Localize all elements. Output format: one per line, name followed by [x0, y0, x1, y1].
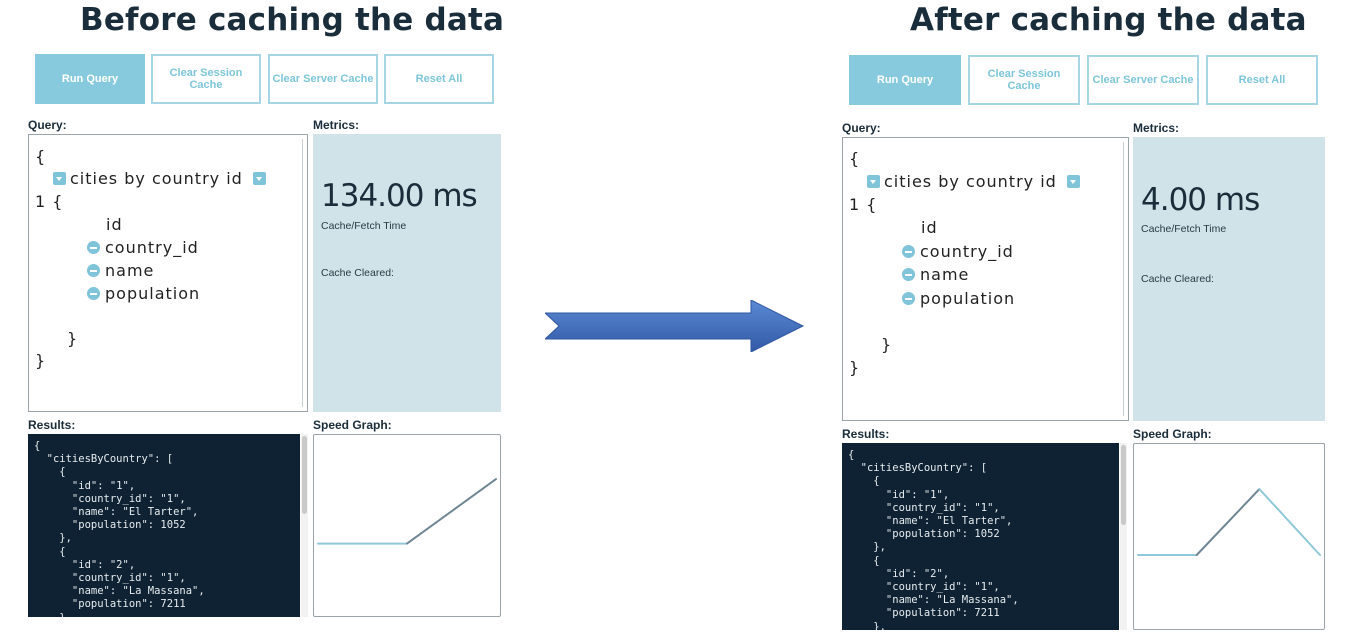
results-scrollbar[interactable] [301, 434, 308, 617]
speed-graph-segment [1258, 488, 1321, 556]
query-label: Query: [28, 118, 67, 132]
query-editor[interactable]: { cities by country id 1 { id country_id… [842, 137, 1129, 421]
fetch-time-value: 4.00 ms [1141, 182, 1260, 218]
query-open-brace: { [35, 147, 47, 166]
after-heading: After caching the data [910, 2, 1307, 38]
dropdown-arrow-icon[interactable] [252, 172, 266, 185]
run-query-button[interactable]: Run Query [35, 54, 145, 104]
query-root-field: cities by country id [53, 169, 266, 188]
speed-graph-segment [406, 478, 497, 545]
query-field-name: name [87, 261, 154, 280]
results-label: Results: [842, 427, 890, 441]
query-field-id: id [106, 215, 123, 234]
field-name: population [920, 289, 1016, 308]
query-field-population: population [902, 289, 1015, 308]
query-root-field: cities by country id [867, 172, 1080, 191]
query-field-name: name [902, 265, 969, 284]
speed-graph [313, 434, 501, 617]
metrics-panel: 134.00 ms Cache/Fetch Time Cache Cleared… [313, 134, 501, 412]
dropdown-arrow-icon[interactable] [1066, 175, 1080, 188]
query-field-country-id: country_id [902, 242, 1014, 261]
clear-server-cache-button[interactable]: Clear Server Cache [268, 54, 378, 104]
query-field-country-id: country_id [87, 238, 199, 257]
field-name: name [920, 265, 970, 284]
remove-field-icon[interactable] [87, 264, 100, 277]
query-editor[interactable]: { cities by country id 1 { id country_id… [28, 134, 308, 412]
field-name: country_id [105, 238, 199, 257]
remove-field-icon[interactable] [87, 287, 100, 300]
query-close-brace: } [849, 358, 861, 377]
speed-graph-svg [1137, 488, 1321, 556]
right-arrow-icon [545, 300, 805, 352]
remove-field-icon[interactable] [902, 245, 915, 258]
query-field-id: id [921, 218, 938, 237]
clear-session-cache-button[interactable]: Clear Session Cache [968, 55, 1080, 105]
results-output: { "citiesByCountry": [ { "id": "1", "cou… [842, 443, 1119, 630]
inner-open-brace: { [52, 192, 64, 211]
remove-field-icon[interactable] [902, 268, 915, 281]
clear-session-cache-button[interactable]: Clear Session Cache [151, 54, 261, 104]
metrics-panel: 4.00 ms Cache/Fetch Time Cache Cleared: [1133, 137, 1325, 421]
query-line-start: 1 { [849, 195, 877, 214]
line-number: 1 [35, 192, 47, 211]
line-number: 1 [849, 195, 861, 214]
speed-graph-label: Speed Graph: [313, 418, 392, 432]
field-name: population [105, 284, 201, 303]
cache-cleared-label: Cache Cleared: [321, 267, 394, 279]
metrics-label: Metrics: [313, 118, 360, 132]
fetch-time-label: Cache/Fetch Time [321, 220, 407, 232]
reset-all-button[interactable]: Reset All [384, 54, 494, 104]
reset-all-button[interactable]: Reset All [1206, 55, 1318, 105]
query-field-population: population [87, 284, 200, 303]
speed-graph-segment [1195, 488, 1261, 556]
field-name: name [105, 261, 155, 280]
before-heading: Before caching the data [80, 2, 505, 38]
inner-open-brace: { [866, 195, 878, 214]
run-query-button[interactable]: Run Query [849, 55, 961, 105]
speed-graph-label: Speed Graph: [1133, 427, 1212, 441]
scrollbar-thumb[interactable] [1121, 445, 1126, 525]
query-close-brace: } [35, 351, 47, 370]
field-name: country_id [920, 242, 1014, 261]
query-open-brace: { [849, 149, 861, 168]
query-label: Query: [842, 121, 881, 135]
query-line-start: 1 { [35, 192, 63, 211]
metrics-label: Metrics: [1133, 121, 1180, 135]
speed-graph-svg [317, 478, 497, 545]
results-scrollbar[interactable] [1120, 443, 1127, 630]
remove-field-icon[interactable] [902, 292, 915, 305]
fetch-time-label: Cache/Fetch Time [1141, 223, 1227, 235]
cache-cleared-label: Cache Cleared: [1141, 273, 1214, 285]
query-inner-close: } [67, 329, 79, 348]
scrollbar-thumb[interactable] [302, 436, 307, 514]
speed-graph [1133, 443, 1325, 630]
results-label: Results: [28, 418, 76, 432]
remove-field-icon[interactable] [87, 241, 100, 254]
root-field-name: cities by country id [884, 172, 1057, 191]
fetch-time-value: 134.00 ms [321, 178, 478, 214]
root-field-name: cities by country id [70, 169, 243, 188]
results-output: { "citiesByCountry": [ { "id": "1", "cou… [28, 434, 300, 617]
query-inner-close: } [881, 335, 893, 354]
clear-server-cache-button[interactable]: Clear Server Cache [1087, 55, 1199, 105]
dropdown-arrow-icon[interactable] [867, 175, 880, 188]
dropdown-arrow-icon[interactable] [53, 172, 66, 185]
